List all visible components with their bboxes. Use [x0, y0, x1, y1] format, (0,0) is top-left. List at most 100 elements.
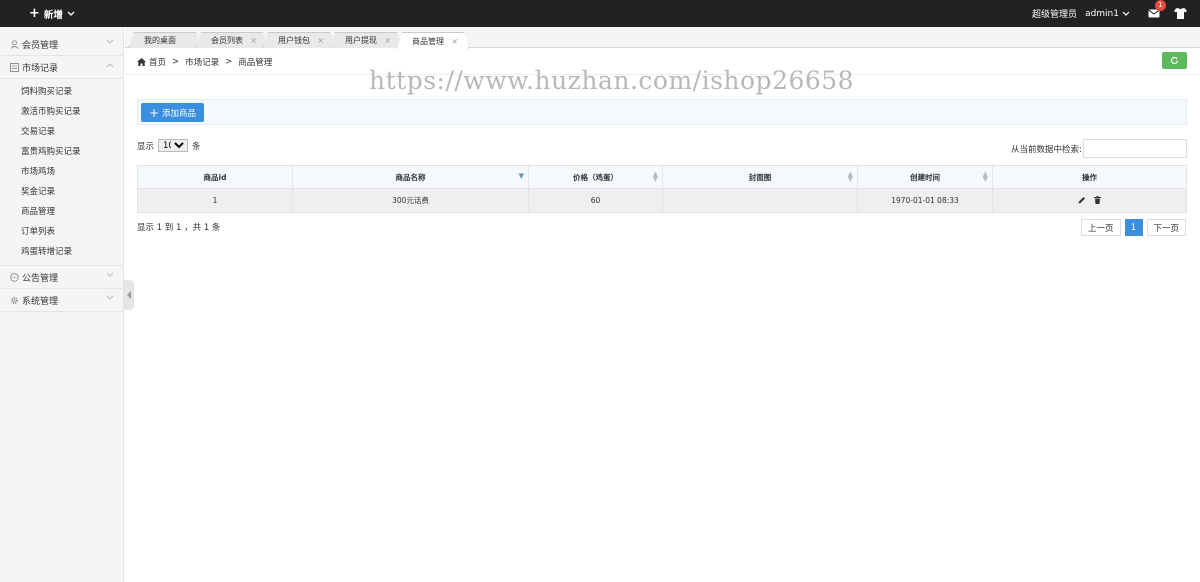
chevron-down-icon [106, 272, 114, 277]
product-table: 商品id 商品名称 ▼ 价格（鸡蛋） ▲ ▼ 封面图 ▲ ▼ 创建时间 ▲ ▼ 操作 1 30… [137, 165, 1187, 213]
add-product-button[interactable]: + 添加商品 [141, 103, 204, 122]
chevron-down-icon [106, 39, 114, 44]
home-icon [137, 58, 146, 66]
sidebar-group-system[interactable]: 系统管理 [0, 289, 123, 312]
breadcrumb: 首页 > 市场记录 > 商品管理 [137, 56, 272, 68]
chevron-up-icon [106, 63, 114, 68]
page-length-select[interactable]: 10 [158, 139, 189, 152]
user-icon [9, 39, 19, 49]
breadcrumb-separator: > [225, 57, 233, 67]
edit-icon[interactable] [1078, 196, 1086, 204]
refresh-icon [1170, 56, 1179, 65]
user-role: 超级管理员 [1032, 10, 1078, 20]
table-header-row: 商品id 商品名称 ▼ 价格（鸡蛋） ▲ ▼ 封面图 ▲ ▼ 创建时间 ▲ ▼ 操作 [137, 165, 1187, 189]
sidebar-group-label: 市场记录 [22, 63, 59, 74]
search-label: 从当前数据中检索: [1011, 144, 1082, 155]
cell-created: 1970-01-01 08:33 [857, 188, 993, 213]
top-navbar: + 新增 超级管理员 admin1 1 [0, 0, 1200, 27]
tab-label: 商品管理 [412, 36, 444, 46]
tab-label: 会员列表 [211, 36, 243, 45]
breadcrumb-separator: > [172, 57, 180, 67]
new-menu-button[interactable]: + 新增 [29, 7, 75, 21]
cell-name: 300元话费 [292, 188, 529, 213]
chevron-down-icon [1122, 11, 1130, 16]
tab-bar: 我的桌面 会员列表 × 用户钱包 × 用户提现 × 商品管理 × [125, 27, 1200, 48]
breadcrumb-home[interactable]: 首页 [149, 56, 166, 68]
sidebar-item-bonus[interactable]: 奖金记录 [0, 182, 123, 202]
length-suffix: 条 [192, 141, 201, 152]
close-icon[interactable]: × [250, 36, 257, 45]
sidebar-group-notices[interactable]: 公告管理 [0, 266, 123, 289]
close-icon[interactable]: × [451, 37, 458, 46]
column-header-name[interactable]: 商品名称 ▼ [292, 165, 529, 189]
cell-actions [992, 188, 1187, 213]
sidebar-item-feed-purchase[interactable]: 饲料购买记录 [0, 82, 123, 102]
close-icon[interactable]: × [384, 36, 391, 45]
sidebar-item-coin-purchase[interactable]: 激活币购买记录 [0, 102, 123, 122]
sidebar-group-label: 公告管理 [22, 273, 59, 284]
length-prefix: 显示 [137, 141, 155, 152]
sidebar-item-chicken-purchase[interactable]: 富贵鸡购买记录 [0, 142, 123, 162]
action-toolbar: + 添加商品 [137, 99, 1187, 125]
tab-member-list[interactable]: 会员列表 × [196, 32, 268, 48]
refresh-button[interactable] [1162, 52, 1187, 69]
column-header-created[interactable]: 创建时间 ▲ ▼ [857, 165, 993, 189]
tab-label: 我的桌面 [144, 36, 176, 45]
next-page-button[interactable]: 下一页 [1146, 219, 1187, 236]
chat-icon [9, 272, 19, 282]
breadcrumb-level1[interactable]: 市场记录 [185, 56, 219, 68]
tab-label: 用户钱包 [278, 36, 310, 45]
sidebar-item-trades[interactable]: 交易记录 [0, 122, 123, 142]
delete-icon[interactable] [1094, 195, 1101, 204]
tab-product-management[interactable]: 商品管理 × [397, 32, 469, 49]
message-count-badge: 1 [1155, 0, 1166, 11]
user-menu[interactable]: admin1 [1085, 9, 1130, 19]
column-header-price[interactable]: 价格（鸡蛋） ▲ ▼ [528, 165, 663, 189]
skin-switch-button[interactable] [1172, 7, 1188, 21]
sidebar-item-products[interactable]: 商品管理 [0, 202, 123, 222]
sidebar-item-egg-transfer[interactable]: 鸡蛋转增记录 [0, 242, 123, 262]
pagination: 上一页 1 下一页 [1081, 219, 1187, 236]
new-label: 新增 [43, 9, 63, 21]
sidebar: 会员管理 市场记录 饲料购买记录 激活币购买记录 交易记录 富贵鸡购买记录 市场… [0, 27, 124, 582]
plus-icon: + [148, 105, 160, 120]
sidebar-group-members[interactable]: 会员管理 [0, 33, 123, 56]
list-icon [9, 62, 19, 72]
tab-desktop[interactable]: 我的桌面 [129, 32, 201, 48]
gear-icon [9, 295, 19, 305]
cell-price: 60 [528, 188, 663, 213]
search-control: 从当前数据中检索: [1011, 139, 1187, 158]
column-header-cover[interactable]: 封面图 ▲ ▼ [662, 165, 858, 189]
messages-button[interactable]: 1 [1146, 0, 1166, 21]
plus-icon: + [29, 6, 40, 21]
page-1-button[interactable]: 1 [1124, 219, 1143, 236]
breadcrumb-current: 商品管理 [238, 58, 273, 68]
tab-user-wallet[interactable]: 用户钱包 × [263, 32, 335, 48]
add-product-label: 添加商品 [162, 108, 197, 119]
caret-left-icon [126, 291, 131, 299]
sort-icon: ▲ ▼ [982, 170, 988, 183]
sidebar-collapse-handle[interactable] [124, 280, 134, 310]
sidebar-group-label: 会员管理 [22, 40, 59, 51]
close-icon[interactable]: × [317, 36, 324, 45]
cell-cover [662, 188, 858, 213]
column-header-actions: 操作 [992, 165, 1187, 189]
watermark: https://www.huzhan.com/ishop26658 [369, 66, 855, 95]
table-row: 1 300元话费 60 1970-01-01 08:33 [137, 188, 1187, 213]
sort-icon: ▲ ▼ [847, 170, 853, 183]
chevron-down-icon [106, 295, 114, 300]
sort-desc-icon: ▼ [518, 172, 524, 180]
sidebar-group-market[interactable]: 市场记录 [0, 56, 123, 79]
sidebar-item-orders[interactable]: 订单列表 [0, 222, 123, 242]
tab-user-withdraw[interactable]: 用户提现 × [330, 32, 402, 48]
sidebar-submenu-market: 饲料购买记录 激活币购买记录 交易记录 富贵鸡购买记录 市场鸡场 奖金记录 商品… [0, 79, 123, 266]
sidebar-item-market-farm[interactable]: 市场鸡场 [0, 162, 123, 182]
prev-page-button[interactable]: 上一页 [1081, 219, 1121, 236]
column-header-id[interactable]: 商品id [137, 165, 293, 189]
tab-label: 用户提现 [345, 36, 377, 45]
tshirt-icon [1173, 8, 1187, 19]
table-info: 显示 1 到 1 ，共 1 条 [137, 223, 221, 233]
username: admin1 [1085, 8, 1119, 19]
search-input[interactable] [1082, 139, 1187, 158]
sort-icon: ▲ ▼ [652, 170, 658, 183]
